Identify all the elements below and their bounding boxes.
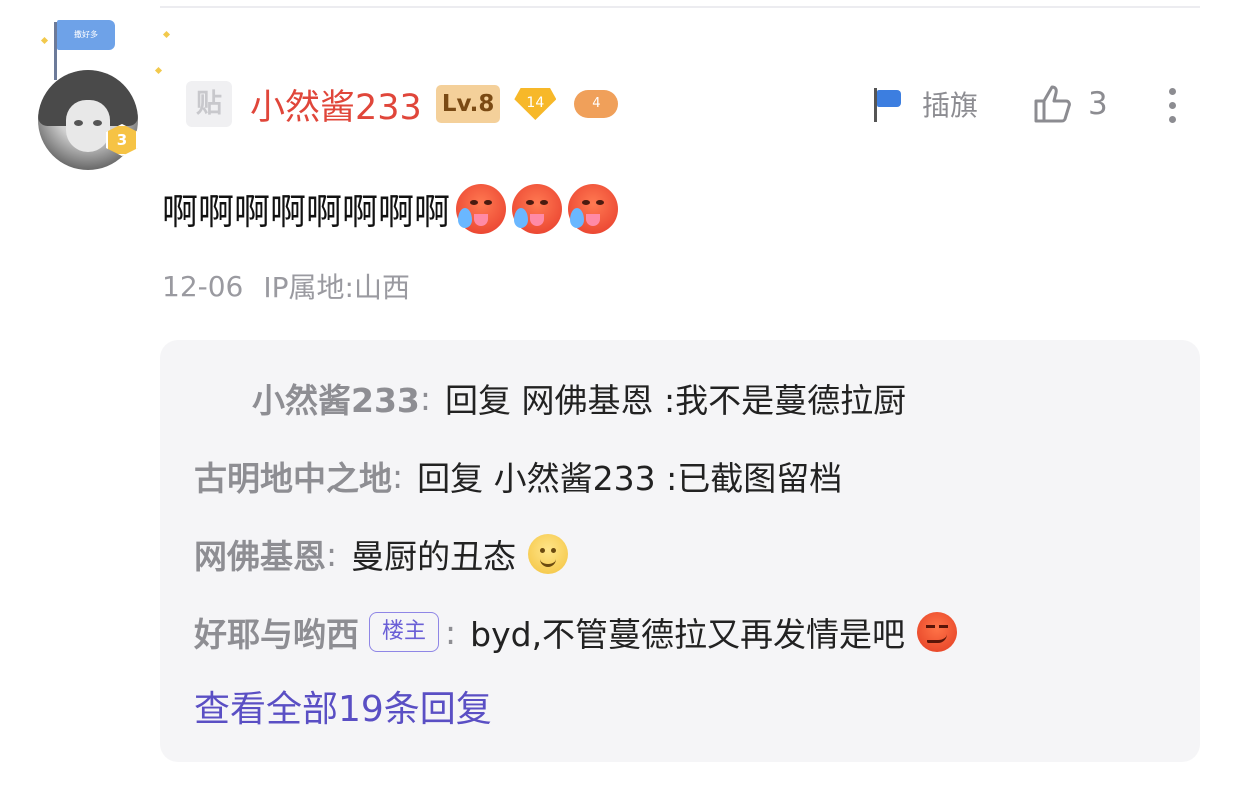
post-date: 12-06 bbox=[162, 269, 244, 303]
level-badge: Lv.8 bbox=[435, 85, 501, 123]
divider bbox=[160, 6, 1200, 8]
diamond-badge-icon: 14 bbox=[514, 88, 557, 120]
ip-location: IP属地:山西 bbox=[263, 271, 410, 304]
gamepad-badge-icon: 4 bbox=[574, 90, 619, 118]
post-content: 啊啊啊啊啊啊啊啊 bbox=[162, 182, 619, 236]
reply-text: 回复 小然酱233 :已截图留档 bbox=[417, 459, 843, 498]
reply-item[interactable]: 古明地中之地 : 回复 小然酱233 :已截图留档 bbox=[194, 448, 842, 504]
tieba-platform-icon: 贴 bbox=[186, 81, 232, 127]
reply-text: 曼厨的丑态 bbox=[351, 537, 517, 576]
avatar-group[interactable]: 撒好多 3 bbox=[36, 18, 176, 170]
thread-host-tag: 楼主 bbox=[369, 612, 440, 652]
author-name[interactable]: 小然酱233 bbox=[250, 79, 422, 130]
avatar-flag-icon: 撒好多 bbox=[57, 20, 115, 50]
reply-text: 回复 网佛基恩 :我不是蔓德拉厨 bbox=[445, 381, 907, 420]
hot-face-emoji bbox=[512, 184, 563, 234]
post-text: 啊啊啊啊啊啊啊啊 bbox=[162, 192, 451, 233]
reply-text: byd,不管蔓德拉又再发情是吧 bbox=[470, 615, 906, 654]
reply-author[interactable]: 好耶与哟西 bbox=[194, 608, 359, 656]
flag-button[interactable]: 插旗 bbox=[864, 80, 978, 128]
reply-author[interactable]: 小然酱233 bbox=[252, 374, 420, 422]
like-button[interactable]: 3 bbox=[1030, 78, 1108, 130]
author-row: 贴 小然酱233 Lv.8 14 4 bbox=[186, 78, 619, 130]
thumbs-up-icon bbox=[1030, 81, 1076, 127]
hot-face-emoji bbox=[568, 184, 619, 234]
reply-item[interactable]: 小然酱233 : 回复 网佛基恩 :我不是蔓德拉厨 bbox=[252, 370, 906, 426]
post-meta: 12-06 IP属地:山西 bbox=[162, 266, 410, 306]
reply-item[interactable]: 网佛基恩 : 曼厨的丑态 bbox=[194, 526, 569, 582]
reply-author[interactable]: 网佛基恩 bbox=[194, 530, 326, 578]
more-options-icon[interactable] bbox=[1160, 84, 1186, 128]
flag-icon bbox=[864, 82, 908, 126]
smirk-emoji bbox=[917, 612, 958, 652]
hot-face-emoji bbox=[456, 184, 507, 234]
reply-item[interactable]: 好耶与哟西 楼主 : byd,不管蔓德拉又再发情是吧 bbox=[194, 604, 958, 660]
like-count: 3 bbox=[1088, 86, 1108, 122]
reply-author[interactable]: 古明地中之地 bbox=[194, 452, 392, 500]
view-all-replies-link[interactable]: 查看全部19条回复 bbox=[194, 680, 492, 732]
smile-emoji bbox=[528, 534, 569, 574]
flag-label: 插旗 bbox=[922, 89, 979, 122]
